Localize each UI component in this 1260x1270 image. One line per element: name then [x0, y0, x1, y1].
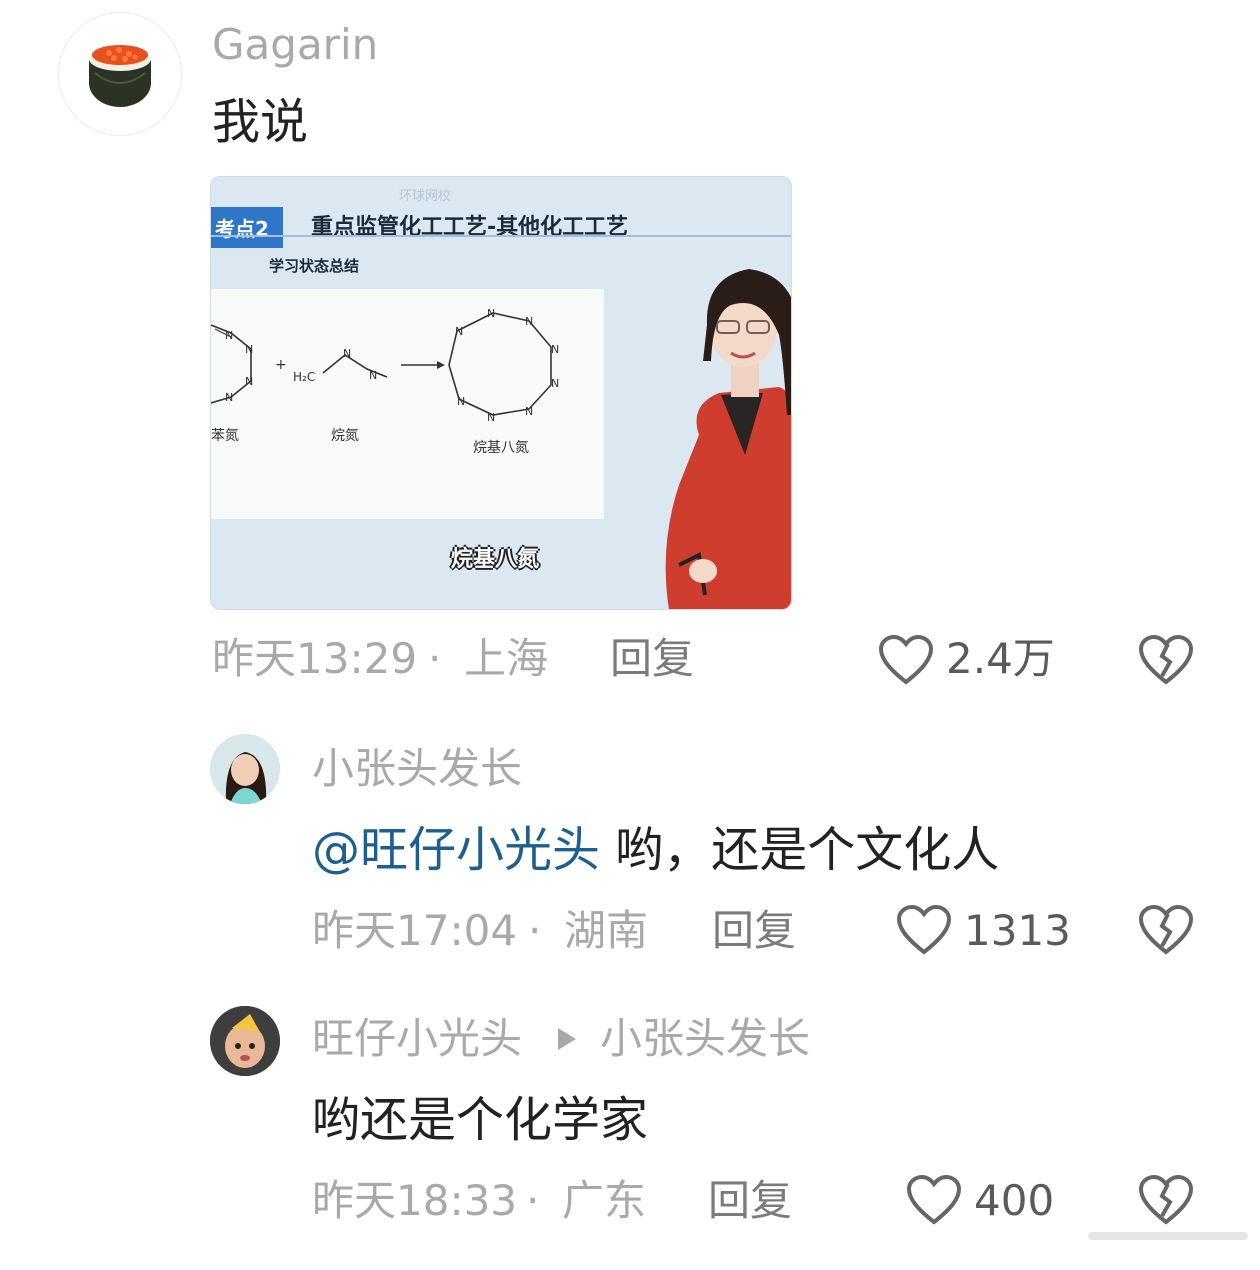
- svg-text:N: N: [525, 315, 533, 328]
- broken-heart-icon[interactable]: [1138, 904, 1194, 956]
- reply-button[interactable]: 回复: [712, 910, 796, 952]
- comment-location: 湖南: [564, 906, 649, 955]
- slide-subtitle: 学习状态总结: [269, 257, 360, 275]
- comment-author[interactable]: Gagarin: [212, 24, 378, 66]
- mention-link[interactable]: @旺仔小光头: [312, 822, 600, 878]
- scroll-indicator[interactable]: [1088, 1232, 1248, 1240]
- heart-outline-icon: [896, 904, 952, 955]
- comment-text: 我说: [212, 94, 309, 150]
- broken-heart-icon[interactable]: [1138, 634, 1194, 686]
- comment-time: 昨天13:29: [212, 634, 418, 683]
- comment-text: @旺仔小光头 哟，还是个文化人: [312, 826, 999, 874]
- like-count: 1313: [964, 906, 1071, 955]
- heart-outline-icon: [906, 1174, 962, 1225]
- reaction-diagram: N N N N + H₂C N N N N N N N N N N 苯氮 烷氮: [211, 289, 604, 519]
- heart-outline-icon: [878, 634, 934, 685]
- reply-button[interactable]: 回复: [708, 1180, 792, 1222]
- video-caption: 烷基八氮: [451, 547, 540, 572]
- svg-text:N: N: [225, 391, 233, 404]
- avatar[interactable]: [210, 1006, 280, 1076]
- formula-label: H₂C: [293, 370, 315, 384]
- comment-author[interactable]: 旺仔小光头: [312, 1018, 522, 1060]
- video-watermark: 环球网校: [399, 189, 452, 204]
- svg-text:N: N: [457, 395, 465, 408]
- svg-text:N: N: [245, 375, 253, 388]
- meta-separator: ·: [526, 1176, 540, 1225]
- like-button[interactable]: 1313: [896, 902, 1071, 958]
- comment-location: 上海: [464, 634, 549, 683]
- svg-text:N: N: [525, 405, 533, 418]
- comment-location: 广东: [562, 1176, 647, 1225]
- avatar[interactable]: [210, 734, 280, 804]
- meta-separator: ·: [428, 634, 442, 683]
- chem-label: 苯氮: [211, 428, 239, 444]
- svg-text:N: N: [487, 307, 495, 320]
- slide-tag: 考点2: [211, 207, 283, 248]
- svg-text:N: N: [225, 329, 233, 342]
- reply-button[interactable]: 回复: [610, 638, 694, 680]
- comment-author[interactable]: 小张头发长: [312, 748, 522, 790]
- chem-label: 烷基八氮: [473, 440, 529, 456]
- like-button[interactable]: 2.4万: [878, 632, 1058, 688]
- comment-image[interactable]: 环球网校 考点2 重点监管化工工艺-其他化工工艺 学习状态总结 N N N N …: [210, 176, 792, 610]
- chem-label: 烷氮: [331, 428, 359, 444]
- svg-text:N: N: [551, 343, 559, 356]
- svg-text:N: N: [245, 343, 253, 356]
- meta-separator: ·: [528, 906, 542, 955]
- comment-text-body: 哟，还是个文化人: [600, 822, 1000, 878]
- molecule-drawing: N N N N + H₂C N N N N N N N N N N: [211, 307, 559, 424]
- reply-to-author[interactable]: 小张头发长: [600, 1018, 810, 1060]
- sushi-avatar-icon: [89, 45, 151, 107]
- play-triangle-icon: [558, 1028, 576, 1050]
- like-count: 2.4万: [946, 634, 1055, 683]
- comment-time: 昨天17:04: [312, 906, 518, 955]
- like-count: 400: [974, 1176, 1055, 1225]
- boy-avatar-icon: [210, 1006, 280, 1076]
- svg-text:N: N: [369, 369, 377, 382]
- presenter-figure: [665, 269, 791, 609]
- comment-text: 哟还是个化学家: [312, 1092, 649, 1148]
- avatar[interactable]: [58, 12, 182, 136]
- svg-text:N: N: [455, 325, 463, 338]
- broken-heart-icon[interactable]: [1138, 1174, 1194, 1226]
- comment-time: 昨天18:33: [312, 1176, 518, 1225]
- svg-text:N: N: [487, 411, 495, 424]
- svg-text:N: N: [551, 377, 559, 390]
- like-button[interactable]: 400: [906, 1172, 1066, 1228]
- girl-avatar-icon: [210, 734, 280, 804]
- svg-text:N: N: [343, 347, 351, 360]
- svg-text:+: +: [275, 357, 287, 373]
